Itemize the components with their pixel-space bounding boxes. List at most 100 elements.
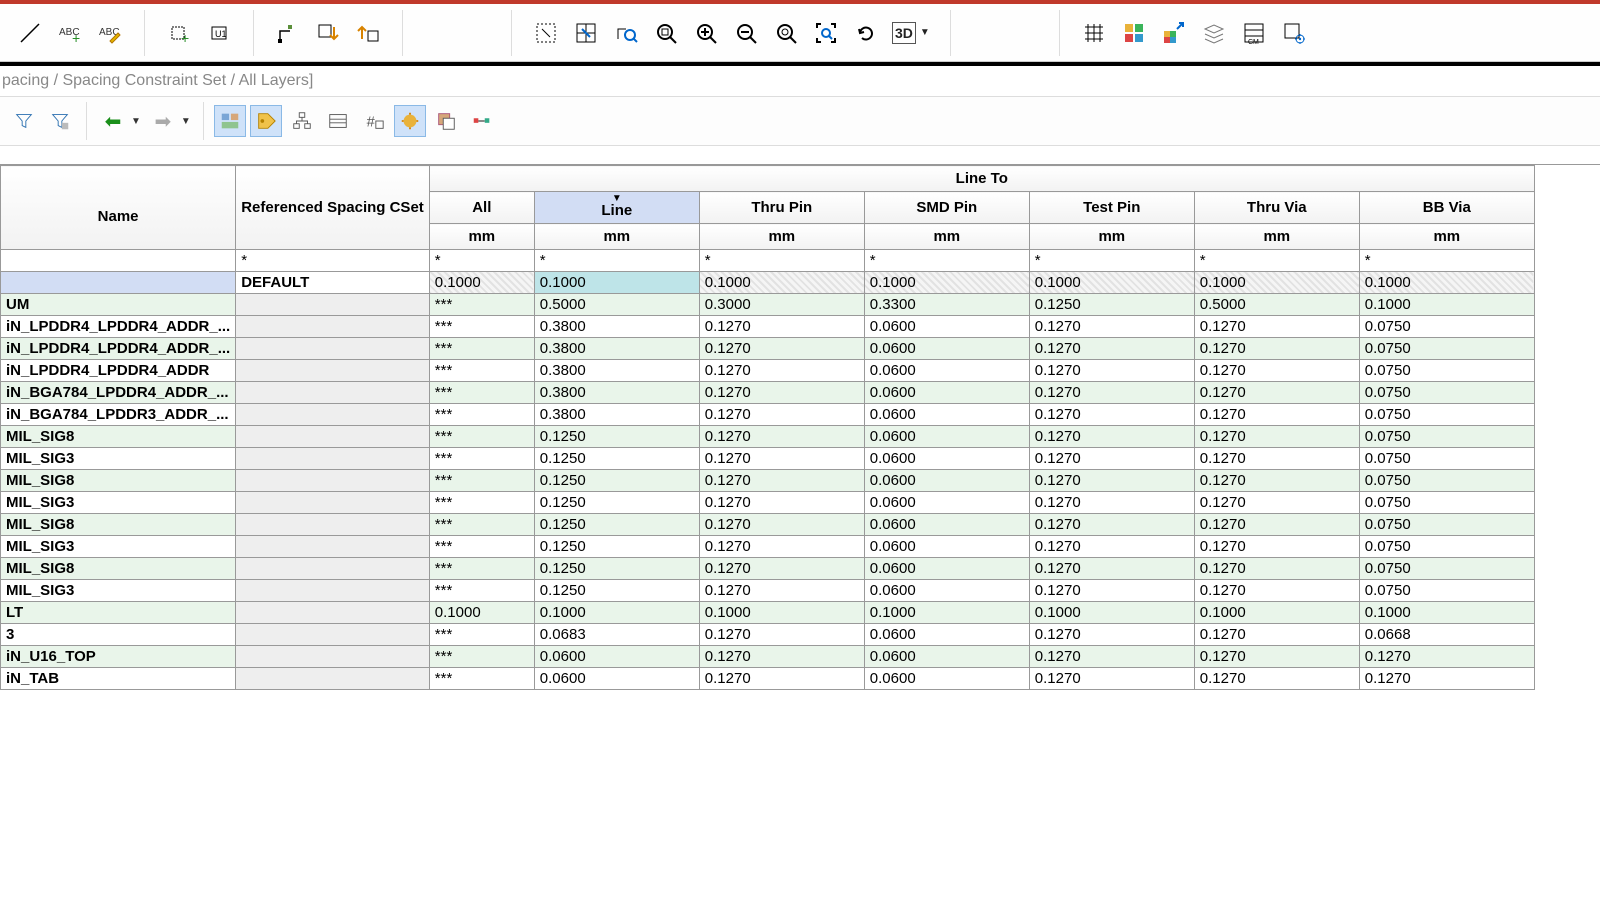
filter2-icon[interactable] xyxy=(44,105,76,137)
table-row[interactable]: iN_BGA784_LPDDR4_ADDR_...***0.38000.1270… xyxy=(1,382,1535,404)
value-cell[interactable]: 0.1270 xyxy=(699,338,864,360)
table-row[interactable]: iN_TAB***0.06000.12700.06000.12700.12700… xyxy=(1,668,1535,690)
value-cell[interactable]: 0.1000 xyxy=(534,272,699,294)
value-cell[interactable]: 0.1270 xyxy=(1029,558,1194,580)
value-cell[interactable]: 0.1270 xyxy=(1194,316,1359,338)
name-cell[interactable]: MIL_SIG8 xyxy=(1,426,236,448)
name-cell[interactable]: iN_LPDDR4_LPDDR4_ADDR_... xyxy=(1,338,236,360)
tag-icon[interactable] xyxy=(250,105,282,137)
value-cell[interactable]: 0.1270 xyxy=(1194,360,1359,382)
value-cell[interactable]: 0.1270 xyxy=(699,580,864,602)
filter-cell[interactable]: * xyxy=(1359,250,1534,272)
value-cell[interactable]: 0.1000 xyxy=(864,272,1029,294)
ref-cell[interactable] xyxy=(236,360,430,382)
value-cell[interactable]: 0.1270 xyxy=(1359,646,1534,668)
ref-cell[interactable] xyxy=(236,448,430,470)
name-cell[interactable]: 3 xyxy=(1,624,236,646)
name-cell[interactable]: iN_LPDDR4_LPDDR4_ADDR xyxy=(1,360,236,382)
value-cell[interactable]: 0.1270 xyxy=(699,360,864,382)
value-cell[interactable]: 0.0600 xyxy=(864,514,1029,536)
filter-cell[interactable]: * xyxy=(429,250,534,272)
value-cell[interactable]: 0.1270 xyxy=(1194,338,1359,360)
value-cell[interactable]: 0.1270 xyxy=(1194,514,1359,536)
value-cell[interactable]: *** xyxy=(429,646,534,668)
table-row[interactable]: MIL_SIG3***0.12500.12700.06000.12700.127… xyxy=(1,448,1535,470)
value-cell[interactable]: 0.5000 xyxy=(534,294,699,316)
value-cell[interactable]: 0.0750 xyxy=(1359,580,1534,602)
value-cell[interactable]: 0.1270 xyxy=(1194,426,1359,448)
value-cell[interactable]: *** xyxy=(429,668,534,690)
grid-select-icon[interactable] xyxy=(568,15,604,51)
name-cell[interactable]: iN_BGA784_LPDDR3_ADDR_... xyxy=(1,404,236,426)
ref-cell[interactable] xyxy=(236,668,430,690)
value-cell[interactable]: 0.0668 xyxy=(1359,624,1534,646)
table-row[interactable]: UM***0.50000.30000.33000.12500.50000.100… xyxy=(1,294,1535,316)
filter-ref[interactable]: * xyxy=(236,250,430,272)
value-cell[interactable]: 0.0750 xyxy=(1359,360,1534,382)
value-cell[interactable]: 0.1270 xyxy=(699,536,864,558)
table-row[interactable]: MIL_SIG3***0.12500.12700.06000.12700.127… xyxy=(1,492,1535,514)
text-edit-icon[interactable]: ABC xyxy=(92,15,128,51)
table-row[interactable]: MIL_SIG8***0.12500.12700.06000.12700.127… xyxy=(1,558,1535,580)
filter-name[interactable] xyxy=(1,250,236,272)
value-cell[interactable]: 0.0750 xyxy=(1359,470,1534,492)
3d-button[interactable]: 3D ▼ xyxy=(888,15,934,51)
value-cell[interactable]: 0.1270 xyxy=(699,426,864,448)
value-cell[interactable]: 0.1270 xyxy=(1194,492,1359,514)
value-cell[interactable]: *** xyxy=(429,316,534,338)
value-cell[interactable]: 0.1270 xyxy=(1359,668,1534,690)
ic-icon[interactable]: U1 xyxy=(201,15,237,51)
name-cell[interactable]: MIL_SIG3 xyxy=(1,536,236,558)
value-cell[interactable]: 0.1000 xyxy=(1029,272,1194,294)
value-cell[interactable]: 0.1250 xyxy=(534,514,699,536)
value-cell[interactable]: *** xyxy=(429,382,534,404)
value-cell[interactable]: 0.1250 xyxy=(534,448,699,470)
table-row[interactable]: MIL_SIG3***0.12500.12700.06000.12700.127… xyxy=(1,580,1535,602)
value-cell[interactable]: 0.1000 xyxy=(1194,602,1359,624)
table-row[interactable]: iN_BGA784_LPDDR3_ADDR_...***0.38000.1270… xyxy=(1,404,1535,426)
col-smdpin[interactable]: SMD Pin xyxy=(864,192,1029,224)
value-cell[interactable]: *** xyxy=(429,536,534,558)
col-thrupin[interactable]: Thru Pin xyxy=(699,192,864,224)
value-cell[interactable]: 0.1270 xyxy=(1194,580,1359,602)
value-cell[interactable]: 0.3800 xyxy=(534,382,699,404)
filter1-icon[interactable] xyxy=(8,105,40,137)
constraint-grid-wrapper[interactable]: Name Referenced Spacing CSet Line To All… xyxy=(0,164,1600,906)
table-row[interactable]: LT0.10000.10000.10000.10000.10000.10000.… xyxy=(1,602,1535,624)
value-cell[interactable]: 0.1250 xyxy=(534,558,699,580)
ref-cell[interactable] xyxy=(236,338,430,360)
value-cell[interactable]: 0.1270 xyxy=(699,316,864,338)
value-cell[interactable]: 0.1250 xyxy=(534,470,699,492)
value-cell[interactable]: 0.1000 xyxy=(699,602,864,624)
route-icon[interactable] xyxy=(270,15,306,51)
settings-icon[interactable] xyxy=(1276,15,1312,51)
table-row[interactable]: iN_LPDDR4_LPDDR4_ADDR_...***0.38000.1270… xyxy=(1,338,1535,360)
value-cell[interactable]: *** xyxy=(429,294,534,316)
ref-cell[interactable] xyxy=(236,558,430,580)
value-cell[interactable]: 0.0683 xyxy=(534,624,699,646)
value-cell[interactable]: 0.1000 xyxy=(429,602,534,624)
value-cell[interactable]: 0.0750 xyxy=(1359,404,1534,426)
value-cell[interactable]: 0.1270 xyxy=(1194,558,1359,580)
fwd-menu-caret[interactable]: ▼ xyxy=(181,116,191,127)
col-bbvia[interactable]: BB Via xyxy=(1359,192,1534,224)
table-row[interactable]: MIL_SIG3***0.12500.12700.06000.12700.127… xyxy=(1,536,1535,558)
value-cell[interactable]: 0.0600 xyxy=(864,360,1029,382)
value-cell[interactable]: 0.0600 xyxy=(864,448,1029,470)
value-cell[interactable]: 0.0600 xyxy=(864,580,1029,602)
value-cell[interactable]: 0.1270 xyxy=(1029,338,1194,360)
highlight-icon[interactable] xyxy=(394,105,426,137)
name-cell[interactable]: MIL_SIG3 xyxy=(1,448,236,470)
value-cell[interactable]: *** xyxy=(429,426,534,448)
ref-cell[interactable] xyxy=(236,404,430,426)
name-cell[interactable]: iN_LPDDR4_LPDDR4_ADDR_... xyxy=(1,316,236,338)
col-all[interactable]: All xyxy=(429,192,534,224)
value-cell[interactable]: *** xyxy=(429,470,534,492)
view-mode-1-icon[interactable] xyxy=(214,105,246,137)
value-cell[interactable]: 0.1270 xyxy=(1029,448,1194,470)
ref-cell[interactable] xyxy=(236,646,430,668)
value-cell[interactable]: 0.1270 xyxy=(1194,382,1359,404)
zoom-out-icon[interactable] xyxy=(728,15,764,51)
name-cell[interactable]: UM xyxy=(1,294,236,316)
value-cell[interactable]: *** xyxy=(429,338,534,360)
